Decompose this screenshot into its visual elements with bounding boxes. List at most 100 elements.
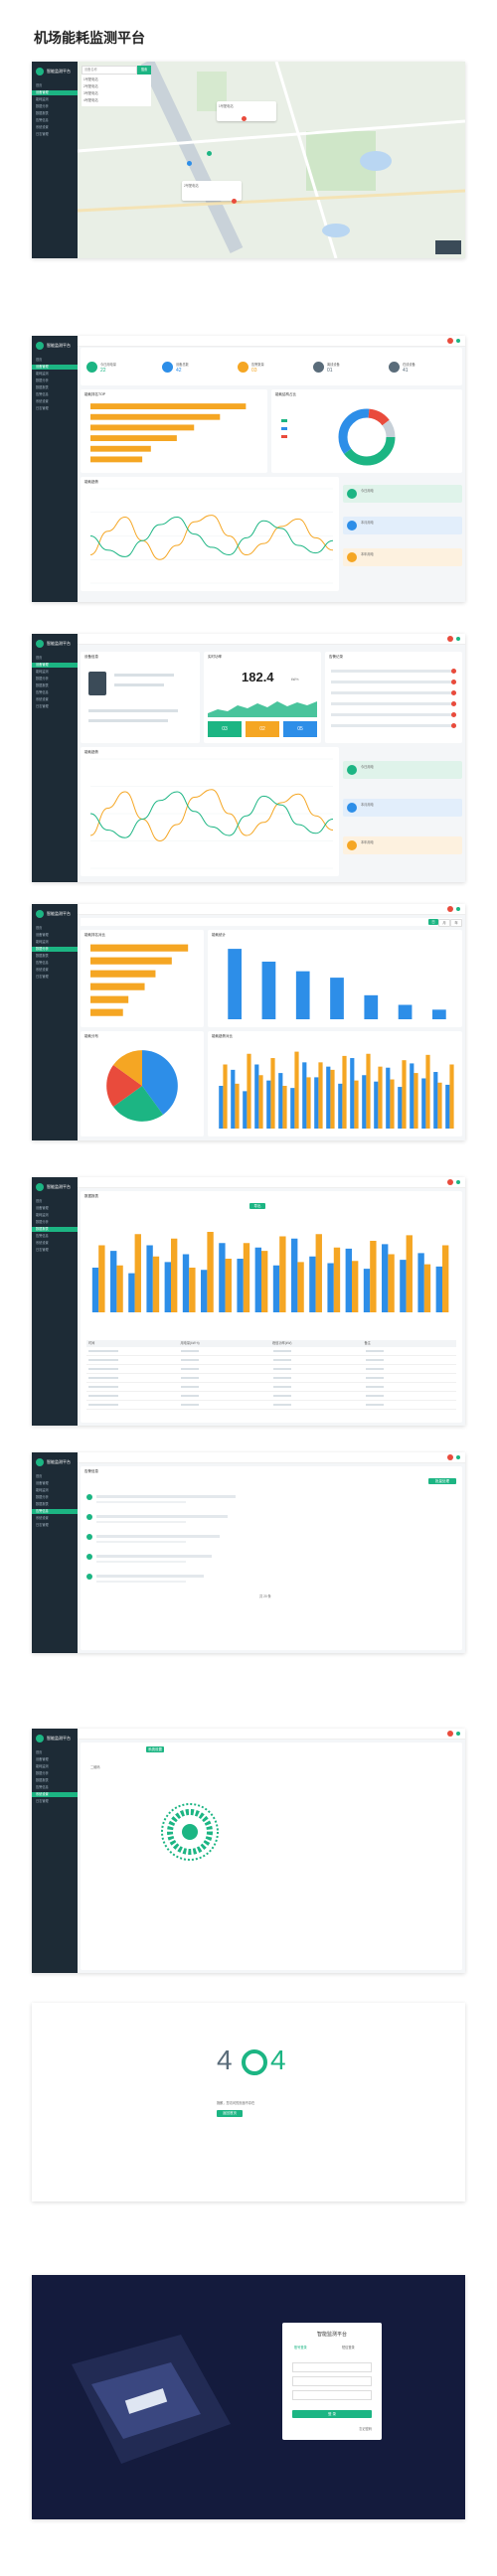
bar[interactable] xyxy=(327,1263,334,1313)
summary-tag[interactable]: 今日用电 xyxy=(343,485,462,503)
sidebar-item[interactable]: 系统设置 xyxy=(36,125,74,130)
notification-icon[interactable] xyxy=(456,1180,460,1184)
bar[interactable] xyxy=(231,1069,236,1129)
sidebar-item[interactable]: 数据分析 xyxy=(36,677,74,682)
bar[interactable] xyxy=(445,1084,450,1129)
sidebar-item[interactable]: 首页 xyxy=(36,358,74,363)
sidebar-item[interactable]: 设备管理 xyxy=(32,663,78,668)
notification-icon[interactable] xyxy=(456,1455,460,1459)
table-row[interactable] xyxy=(86,1401,456,1410)
sidebar-item[interactable]: 能耗监测 xyxy=(36,97,74,102)
notification-icon[interactable] xyxy=(456,637,460,641)
sidebar-item[interactable]: 设备管理 xyxy=(36,1206,74,1211)
bar[interactable] xyxy=(414,1073,418,1129)
sidebar-item[interactable]: 首页 xyxy=(36,1474,74,1479)
bar[interactable] xyxy=(228,949,242,1019)
sidebar-item[interactable]: 日志管理 xyxy=(36,132,74,137)
map-thumbnail[interactable] xyxy=(435,240,461,254)
avatar[interactable] xyxy=(447,636,453,642)
bar[interactable] xyxy=(278,1073,283,1129)
bar[interactable] xyxy=(398,1087,403,1129)
map-marker-icon[interactable] xyxy=(187,161,192,166)
bar[interactable] xyxy=(406,1235,413,1312)
bar[interactable] xyxy=(266,1080,271,1129)
bar[interactable] xyxy=(237,1259,244,1312)
bar[interactable] xyxy=(362,1075,367,1129)
notification-icon[interactable] xyxy=(456,339,460,343)
bar[interactable] xyxy=(219,1243,226,1312)
bar[interactable] xyxy=(363,1269,371,1312)
bar[interactable] xyxy=(400,1260,407,1312)
list-item[interactable]: 1号配电站 xyxy=(83,76,149,83)
avatar[interactable] xyxy=(447,906,453,912)
table-row[interactable] xyxy=(86,1383,456,1392)
map-popup[interactable]: 1号配电站 xyxy=(217,101,276,121)
map-marker-icon[interactable] xyxy=(232,199,237,204)
avatar[interactable] xyxy=(447,1454,453,1460)
timeline-entry[interactable] xyxy=(96,1515,228,1518)
sidebar-item[interactable]: 系统设置 xyxy=(32,1792,78,1797)
bar[interactable] xyxy=(402,1060,407,1129)
map-popup[interactable]: 2号配电站 xyxy=(182,181,242,201)
bar[interactable] xyxy=(290,1088,295,1129)
bar[interactable] xyxy=(134,1234,141,1312)
sidebar-item[interactable]: 数据报表 xyxy=(36,683,74,688)
alarm-row[interactable] xyxy=(331,670,456,673)
summary-tag[interactable]: 本月用电 xyxy=(343,517,462,534)
bar[interactable] xyxy=(306,1077,311,1129)
sidebar-menu[interactable]: 首页 设备管理 能耗监测 数据分析 数据报表 告警信息 系统设置 日志管理 xyxy=(32,358,78,411)
sidebar-item[interactable]: 告警信息 xyxy=(36,690,74,695)
sidebar-menu[interactable]: 首页 设备管理 能耗监测 数据分析 数据报表 告警信息 系统设置 日志管理 xyxy=(32,1750,78,1804)
sidebar-item[interactable]: 日志管理 xyxy=(36,406,74,411)
sidebar-item[interactable]: 日志管理 xyxy=(36,1799,74,1804)
bar[interactable] xyxy=(90,403,247,409)
sidebar-item[interactable]: 告警信息 xyxy=(36,118,74,123)
bar[interactable] xyxy=(291,1238,298,1312)
timeline-entry[interactable] xyxy=(96,1575,204,1578)
sidebar-item[interactable]: 能耗监测 xyxy=(36,1213,74,1218)
sidebar-item[interactable]: 数据报表 xyxy=(36,954,74,959)
bar[interactable] xyxy=(425,1054,430,1129)
bar[interactable] xyxy=(345,1248,352,1312)
map-marker-icon[interactable] xyxy=(207,151,212,156)
bar[interactable] xyxy=(449,1064,454,1130)
list-item[interactable]: 3号配电站 xyxy=(83,90,149,97)
bar[interactable] xyxy=(201,1270,208,1312)
sidebar-item[interactable]: 数据分析 xyxy=(36,1771,74,1776)
tab-month[interactable]: 月 xyxy=(438,919,450,927)
sidebar-item[interactable]: 告警信息 xyxy=(32,1509,78,1514)
bar[interactable] xyxy=(152,1256,160,1312)
sidebar-item[interactable]: 日志管理 xyxy=(36,1248,74,1253)
bar[interactable] xyxy=(326,1066,331,1129)
bar[interactable] xyxy=(364,994,379,1019)
series-line[interactable] xyxy=(89,789,334,842)
sidebar-item[interactable]: 设备管理 xyxy=(32,90,78,95)
sidebar-item[interactable]: 能耗监测 xyxy=(36,1488,74,1493)
bar[interactable] xyxy=(297,1262,304,1312)
search-button[interactable]: 搜索 xyxy=(137,66,151,75)
bar[interactable] xyxy=(330,1069,335,1129)
sidebar-item[interactable]: 数据报表 xyxy=(36,1502,74,1507)
bar[interactable] xyxy=(225,1259,232,1312)
bar[interactable] xyxy=(90,983,145,990)
table-row[interactable] xyxy=(86,1356,456,1365)
bar[interactable] xyxy=(235,1083,240,1129)
bar[interactable] xyxy=(386,1067,391,1129)
bar[interactable] xyxy=(90,435,177,441)
bar[interactable] xyxy=(318,1062,323,1129)
tab-settings[interactable]: 系统设置 xyxy=(146,1746,164,1752)
bar[interactable] xyxy=(90,413,221,420)
alarm-row[interactable] xyxy=(331,724,456,727)
sidebar-item[interactable]: 数据分析 xyxy=(36,104,74,109)
bar[interactable] xyxy=(441,1245,449,1313)
sidebar-item[interactable]: 数据分析 xyxy=(32,947,78,952)
bar[interactable] xyxy=(146,1245,153,1313)
map-marker-icon[interactable] xyxy=(242,116,247,121)
sidebar-item[interactable]: 系统设置 xyxy=(36,697,74,702)
sidebar-menu[interactable]: 首页 设备管理 能耗监测 数据分析 数据报表 告警信息 系统设置 日志管理 xyxy=(32,1199,78,1253)
bar[interactable] xyxy=(254,1064,259,1130)
bar[interactable] xyxy=(295,971,310,1019)
bar[interactable] xyxy=(370,1241,377,1312)
bar[interactable] xyxy=(433,1072,438,1129)
bar[interactable] xyxy=(90,1008,123,1016)
